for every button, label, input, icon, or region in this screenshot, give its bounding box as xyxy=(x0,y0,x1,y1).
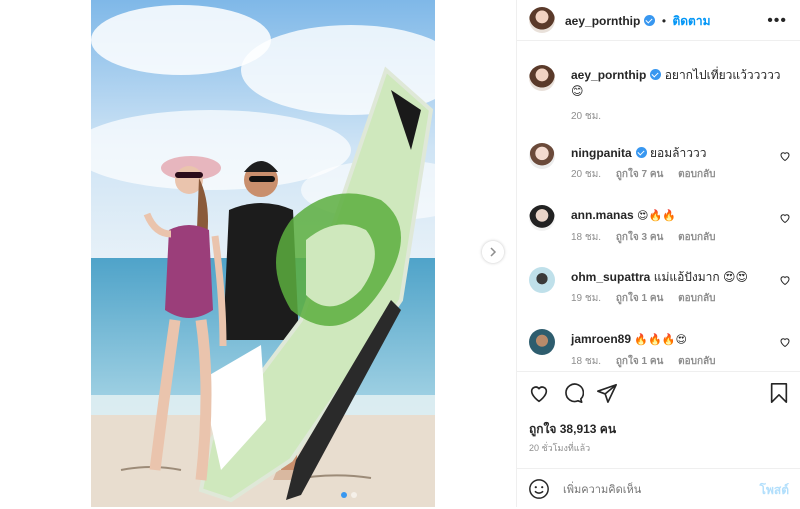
verified-badge-icon xyxy=(650,69,662,80)
post-time[interactable]: 20 ชั่วโมงที่แล้ว xyxy=(529,441,590,455)
heart-icon[interactable] xyxy=(779,212,791,224)
comment-meta: 19 ชม. ถูกใจ 1 คน ตอบกลับ xyxy=(571,291,771,306)
carousel-dot-active xyxy=(341,492,347,498)
author-avatar[interactable] xyxy=(529,7,555,33)
separator-dot: • xyxy=(661,14,667,28)
comment-meta: 20 ชม. ถูกใจ 7 คน ตอบกลับ xyxy=(571,167,771,182)
comment-input[interactable] xyxy=(561,479,755,501)
post-photo[interactable] xyxy=(91,0,435,507)
caption-username[interactable]: aey_pornthip xyxy=(571,68,646,82)
follow-button[interactable]: ติดตาม xyxy=(672,14,710,28)
comment-time: 18 ชม. xyxy=(571,356,602,367)
comment-username[interactable]: ann.manas xyxy=(571,208,634,222)
add-comment-bar: โพสต์ xyxy=(517,468,800,509)
verified-badge-icon xyxy=(635,147,647,158)
commenter-avatar[interactable] xyxy=(529,143,555,169)
carousel-dots xyxy=(341,492,357,498)
heart-icon[interactable] xyxy=(779,150,791,162)
carousel-dot xyxy=(351,492,357,498)
comment-time: 19 ชม. xyxy=(571,293,602,304)
post-header: aey_pornthip • ติดตาม ••• xyxy=(517,0,800,41)
verified-badge-icon xyxy=(644,15,656,26)
comment-text-line: jamroen89 🔥🔥🔥😍 xyxy=(571,331,771,348)
heart-icon[interactable] xyxy=(779,336,791,348)
post-side-panel: aey_pornthip • ติดตาม ••• aey_pornthip อ… xyxy=(516,0,800,507)
comment-meta: 18 ชม. ถูกใจ 1 คน ตอบกลับ xyxy=(571,354,771,369)
comment-username[interactable]: ohm_supattra xyxy=(571,270,650,284)
header-user-line: aey_pornthip • ติดตาม xyxy=(565,12,711,31)
next-photo-button[interactable] xyxy=(482,241,504,263)
post-comment-button[interactable]: โพสต์ xyxy=(760,481,789,500)
comment-likes[interactable]: ถูกใจ 3 คน xyxy=(616,232,664,243)
comment-likes[interactable]: ถูกใจ 1 คน xyxy=(616,293,664,304)
comment-time: 18 ชม. xyxy=(571,232,602,243)
chevron-right-icon xyxy=(490,247,497,257)
comment-text: แม่แอ้ปังมาก 😍😍 xyxy=(653,270,749,284)
reply-button[interactable]: ตอบกลับ xyxy=(678,232,715,243)
share-icon[interactable] xyxy=(596,382,618,404)
heart-icon[interactable] xyxy=(779,274,791,286)
comments-list: aey_pornthip อยากไปเที่ยวแว้ววววว 😊 20 ช… xyxy=(517,41,800,371)
reply-button[interactable]: ตอบกลับ xyxy=(678,356,715,367)
comment-text-line: ningpanita ยอมล้าววว xyxy=(571,145,771,161)
reply-button[interactable]: ตอบกลับ xyxy=(678,169,715,180)
more-options-icon[interactable]: ••• xyxy=(767,12,787,30)
caption-avatar[interactable] xyxy=(529,65,555,91)
caption-text-line: aey_pornthip อยากไปเที่ยวแว้ววววว 😊 xyxy=(571,67,785,99)
likes-count[interactable]: ถูกใจ 38,913 คน xyxy=(529,420,616,439)
caption-time: 20 ชม. xyxy=(571,111,602,122)
beach-photo-illustration xyxy=(91,0,435,507)
comment-likes[interactable]: ถูกใจ 7 คน xyxy=(616,169,664,180)
commenter-avatar[interactable] xyxy=(529,329,555,355)
commenter-avatar[interactable] xyxy=(529,267,555,293)
comment-body: ningpanita ยอมล้าววว 20 ชม. ถูกใจ 7 คน ต… xyxy=(571,145,771,182)
emoji-icon[interactable] xyxy=(528,478,550,500)
comment-text: 🔥🔥🔥😍 xyxy=(634,333,687,346)
comment-text: ยอมล้าววว xyxy=(650,146,707,160)
post-actions: ถูกใจ 38,913 คน 20 ชั่วโมงที่แล้ว โพสต์ xyxy=(517,371,800,508)
comment-body: ohm_supattra แม่แอ้ปังมาก 😍😍 19 ชม. ถูกใ… xyxy=(571,269,771,306)
commenter-avatar[interactable] xyxy=(529,205,555,231)
comment-body: jamroen89 🔥🔥🔥😍 18 ชม. ถูกใจ 1 คน ตอบกลับ xyxy=(571,331,771,369)
comment-text-line: ohm_supattra แม่แอ้ปังมาก 😍😍 xyxy=(571,269,771,285)
heart-icon[interactable] xyxy=(528,382,550,404)
caption-body: aey_pornthip อยากไปเที่ยวแว้ววววว 😊 20 ช… xyxy=(571,67,785,124)
author-username[interactable]: aey_pornthip xyxy=(565,14,640,28)
comment-time: 20 ชม. xyxy=(571,169,602,180)
reply-button[interactable]: ตอบกลับ xyxy=(678,293,715,304)
bookmark-icon[interactable] xyxy=(768,382,790,404)
comment-meta: 18 ชม. ถูกใจ 3 คน ตอบกลับ xyxy=(571,230,771,245)
comment-body: ann.manas 😍🔥🔥 18 ชม. ถูกใจ 3 คน ตอบกลับ xyxy=(571,207,771,245)
comment-text: 😍🔥🔥 xyxy=(637,209,676,222)
comment-username[interactable]: jamroen89 xyxy=(571,332,631,346)
comment-username[interactable]: ningpanita xyxy=(571,146,632,160)
comment-likes[interactable]: ถูกใจ 1 คน xyxy=(616,356,664,367)
comment-text-line: ann.manas 😍🔥🔥 xyxy=(571,207,771,224)
caption-meta: 20 ชม. xyxy=(571,109,785,124)
comment-icon[interactable] xyxy=(562,382,584,404)
